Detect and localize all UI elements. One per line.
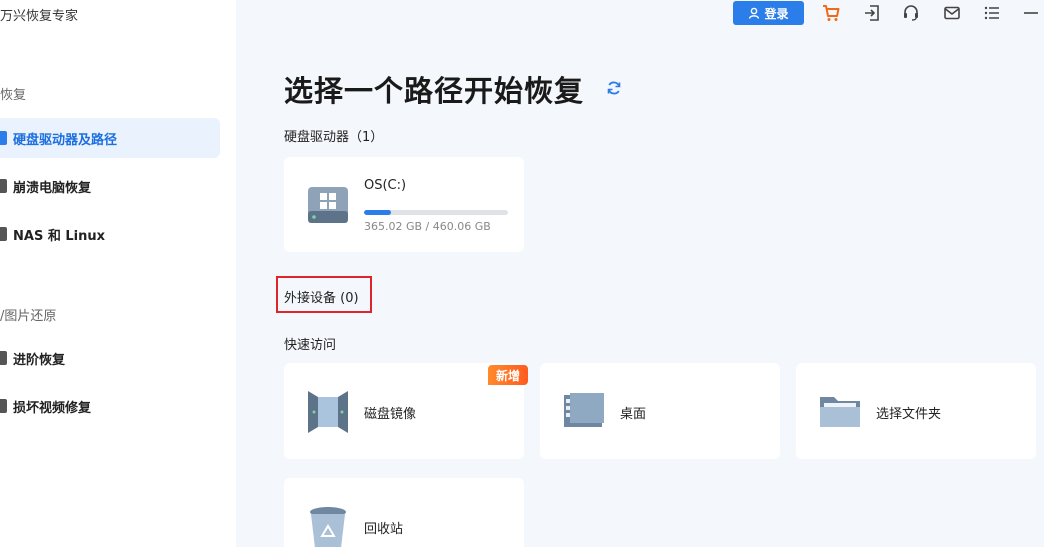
quick-access-disk-image[interactable]: 磁盘镜像 新增 bbox=[284, 363, 528, 459]
drive-card-c[interactable]: OS(C:) 365.02 GB / 460.06 GB bbox=[284, 157, 524, 252]
drive-name: OS(C:) bbox=[364, 178, 407, 193]
quick-access-label-item: 磁盘镜像 bbox=[364, 407, 417, 422]
desktop-icon bbox=[564, 393, 604, 427]
cart-icon[interactable] bbox=[822, 4, 840, 22]
sidebar-item-video-repair[interactable]: 损坏视频修复 bbox=[0, 386, 91, 426]
video-repair-icon bbox=[0, 399, 7, 413]
sign-in-icon[interactable] bbox=[863, 4, 881, 22]
login-button[interactable]: 登录 bbox=[733, 1, 804, 25]
folder-icon bbox=[820, 397, 860, 427]
computer-icon bbox=[0, 179, 7, 193]
sidebar-section-photo: /图片还原 bbox=[0, 309, 57, 324]
headset-icon[interactable] bbox=[902, 4, 920, 22]
sidebar-section-recovery: 恢复 bbox=[0, 88, 27, 103]
mail-icon[interactable] bbox=[943, 4, 961, 22]
page-title: 选择一个路径开始恢复 bbox=[284, 74, 585, 108]
quick-access-label-item: 桌面 bbox=[620, 407, 647, 422]
drive-size: 365.02 GB / 460.06 GB bbox=[364, 220, 491, 233]
quick-access-recycle-bin[interactable]: 回收站 bbox=[284, 478, 524, 547]
sidebar-item-label: 崩溃电脑恢复 bbox=[13, 180, 92, 196]
drive-usage-fill bbox=[364, 210, 392, 215]
hard-drives-label: 硬盘驱动器（1） bbox=[284, 130, 384, 145]
sidebar-item-advanced-recovery[interactable]: 进阶恢复 bbox=[0, 338, 65, 378]
advanced-icon bbox=[0, 351, 7, 365]
drive-icon bbox=[0, 131, 7, 145]
sidebar: 万兴恢复专家 恢复 硬盘驱动器及路径 崩溃电脑恢复 NAS 和 Linux /图… bbox=[0, 0, 236, 547]
drive-usage-bar bbox=[364, 210, 508, 215]
app-title: 万兴恢复专家 bbox=[0, 9, 79, 24]
sidebar-item-label: 硬盘驱动器及路径 bbox=[13, 132, 118, 148]
hard-drive-icon bbox=[308, 187, 348, 223]
user-icon bbox=[749, 7, 760, 19]
quick-access-label: 快速访问 bbox=[284, 338, 337, 353]
nas-icon bbox=[0, 227, 7, 241]
quick-access-label-item: 回收站 bbox=[364, 522, 404, 537]
sidebar-item-hard-drives[interactable]: 硬盘驱动器及路径 bbox=[0, 118, 220, 158]
new-badge: 新增 bbox=[488, 365, 528, 385]
quick-access-label-item: 选择文件夹 bbox=[876, 407, 942, 422]
sidebar-item-label: 进阶恢复 bbox=[13, 352, 66, 368]
quick-access-desktop[interactable]: 桌面 bbox=[540, 363, 780, 459]
recycle-bin-icon bbox=[310, 507, 346, 547]
quick-access-select-folder[interactable]: 选择文件夹 bbox=[796, 363, 1036, 459]
minimize-icon[interactable] bbox=[1022, 4, 1040, 22]
sidebar-item-label: NAS 和 Linux bbox=[13, 228, 105, 244]
sidebar-item-crash-recovery[interactable]: 崩溃电脑恢复 bbox=[0, 166, 91, 206]
sidebar-item-nas-linux[interactable]: NAS 和 Linux bbox=[0, 214, 105, 254]
disk-image-icon bbox=[308, 391, 348, 433]
refresh-icon[interactable] bbox=[606, 80, 622, 96]
menu-icon[interactable] bbox=[983, 4, 1001, 22]
login-label: 登录 bbox=[764, 6, 789, 21]
sidebar-item-label: 损坏视频修复 bbox=[13, 400, 92, 416]
external-devices-label[interactable]: 外接设备 (0) bbox=[284, 287, 359, 306]
